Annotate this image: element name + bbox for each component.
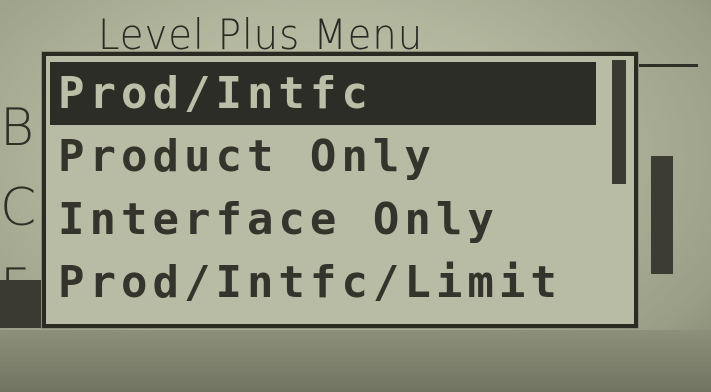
lcd-bottom-edge xyxy=(0,330,711,392)
menu-item-prod-intfc-limit[interactable]: Prod/Intfc/Limit xyxy=(50,251,596,314)
background-letter-b: B xyxy=(0,98,35,158)
background-scroll-indicator xyxy=(651,156,673,274)
menu-item-interface-only[interactable]: Interface Only xyxy=(50,188,596,251)
background-letter-c: C xyxy=(0,178,37,238)
background-highlight-block xyxy=(0,280,44,328)
menu-item-product-only[interactable]: Product Only xyxy=(50,125,596,188)
menu-scrollbar[interactable] xyxy=(612,60,626,184)
popup-menu: Prod/Intfc Product Only Interface Only P… xyxy=(42,52,638,328)
menu-list: Prod/Intfc Product Only Interface Only P… xyxy=(50,62,596,314)
lcd-screen: Level Plus Menu B C F Prod/Intfc Product… xyxy=(0,0,711,392)
menu-item-prod-intfc[interactable]: Prod/Intfc xyxy=(50,62,596,125)
